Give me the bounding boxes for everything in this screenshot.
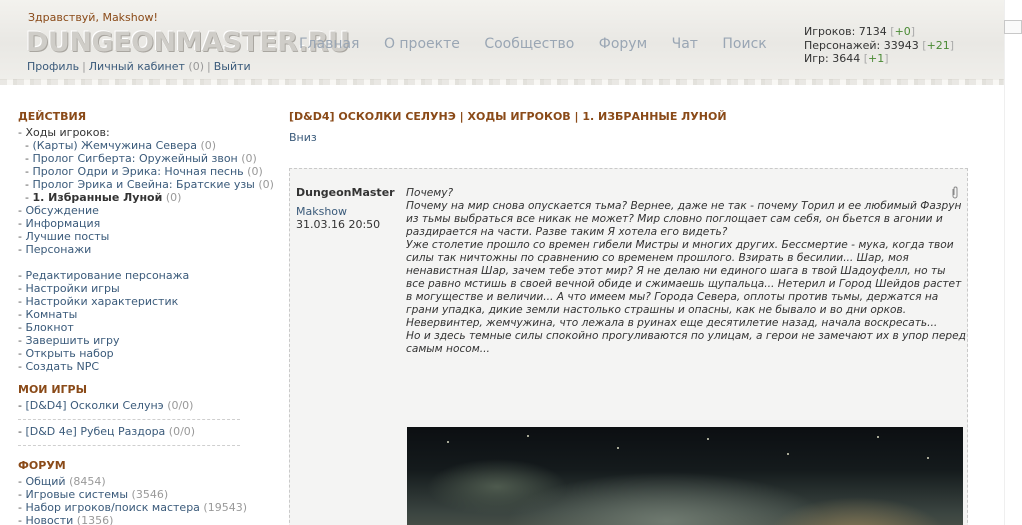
thread-item[interactable]: - Пролог Одри и Эрика: Ночная песнь (0) [18, 165, 268, 178]
nav-chat[interactable]: Чат [672, 36, 698, 52]
post-paragraph: Почему? [406, 187, 454, 199]
nav-home[interactable]: Главная [299, 36, 359, 52]
sidebar-link-rooms[interactable]: - Комнаты [18, 308, 268, 321]
logout-link[interactable]: Выйти [214, 60, 251, 73]
forum-item[interactable]: - Общий (8454) [18, 475, 268, 488]
post-date: 31.03.16 20:50 [296, 218, 381, 231]
sidebar-link-stat-settings[interactable]: - Настройки характеристик [18, 295, 268, 308]
thread-item[interactable]: - (Карты) Жемчужина Севера (0) [18, 139, 268, 152]
cabinet-count: (0) [188, 60, 205, 73]
forum-item[interactable]: - Игровые системы (3546) [18, 488, 268, 501]
thread-item[interactable]: - Пролог Эрика и Свейна: Братские узы (0… [18, 178, 274, 191]
post-body: Почему? Почему на мир снова опускается т… [406, 187, 966, 356]
sidebar: ДЕЙСТВИЯ - Ходы игроков: - (Карты) Жемчу… [18, 110, 274, 525]
forum-item[interactable]: - Набор игроков/поиск мастера (19543) [18, 501, 268, 514]
sidebar-link-open-recruit[interactable]: - Открыть набор [18, 347, 268, 360]
post: DungeonMaster Makshow 31.03.16 20:50 Поч… [289, 168, 968, 525]
user-links: Профиль | Личный кабинет (0) | Выйти [27, 60, 251, 73]
my-games-title: МОИ ИГРЫ [18, 383, 88, 396]
forum-title: ФОРУМ [18, 459, 66, 472]
post-paragraph: Почему на мир снова опускается тьма? Вер… [406, 200, 962, 238]
stat-games: Игр: 3644 [+1] [804, 52, 889, 65]
sidebar-link-create-npc[interactable]: - Создать NPC [18, 360, 268, 373]
page-scrollbar[interactable] [1004, 0, 1022, 525]
main-content: [D&D4] ОСКОЛКИ СЕЛУНЭ | ХОДЫ ИГРОКОВ | 1… [289, 110, 969, 525]
stat-characters: Персонажей: 33943 [+21] [804, 38, 955, 52]
post-author: DungeonMaster [296, 186, 395, 199]
nav-community[interactable]: Сообщество [484, 36, 574, 52]
scroll-down-link[interactable]: Вниз [289, 131, 969, 144]
post-paragraph: Уже столетие прошло со времен гибели Мис… [406, 239, 962, 329]
main-nav: Главная О проекте Сообщество Форум Чат П… [299, 36, 787, 52]
sidebar-link-best-posts[interactable]: - Лучшие посты [18, 230, 268, 243]
sidebar-link-edit-character[interactable]: - Редактирование персонажа [18, 269, 268, 282]
sidebar-link-info[interactable]: - Информация [18, 217, 268, 230]
site-stats: Игроков: 7134 [+0] Персонажей: 33943 [+2… [804, 25, 954, 66]
player-moves-label: - Ходы игроков: [18, 126, 110, 139]
actions-title: ДЕЙСТВИЯ [18, 110, 87, 123]
site-header: Здравствуй, Makshow! DUNGEONMASTER.RU Пр… [0, 0, 1004, 85]
nav-search[interactable]: Поиск [722, 36, 766, 52]
cabinet-link[interactable]: Личный кабинет [89, 60, 185, 73]
profile-link[interactable]: Профиль [27, 60, 79, 73]
sidebar-link-notepad[interactable]: - Блокнот [18, 321, 268, 334]
sidebar-link-discussion[interactable]: - Обсуждение [18, 204, 268, 217]
post-paragraph: Но и здесь темные силы спокойно прогулив… [406, 330, 966, 355]
thread-item-active[interactable]: - 1. Избранные Луной (0) [18, 191, 268, 204]
post-user-link[interactable]: Makshow [296, 205, 347, 218]
sidebar-link-finish-game[interactable]: - Завершить игру [18, 334, 268, 347]
nav-about[interactable]: О проекте [384, 36, 460, 52]
nav-forum[interactable]: Форум [599, 36, 647, 52]
my-game-item[interactable]: - [D&D 4e] Рубец Раздора (0/0) [18, 425, 240, 446]
my-game-item[interactable]: - [D&D4] Осколки Селунэ (0/0) [18, 399, 240, 420]
post-image [407, 427, 963, 525]
thread-item[interactable]: - Пролог Сигберта: Оружейный звон (0) [18, 152, 268, 165]
page-title: [D&D4] ОСКОЛКИ СЕЛУНЭ | ХОДЫ ИГРОКОВ | 1… [289, 110, 727, 123]
sidebar-link-characters[interactable]: - Персонажи [18, 243, 268, 256]
stat-players: Игроков: 7134 [+0] [804, 25, 916, 38]
forum-item[interactable]: - Новости (1356) [18, 514, 268, 525]
panel-toggle-button[interactable] [1004, 20, 1022, 34]
greeting-text: Здравствуй, Makshow! [28, 11, 158, 24]
sidebar-link-game-settings[interactable]: - Настройки игры [18, 282, 268, 295]
